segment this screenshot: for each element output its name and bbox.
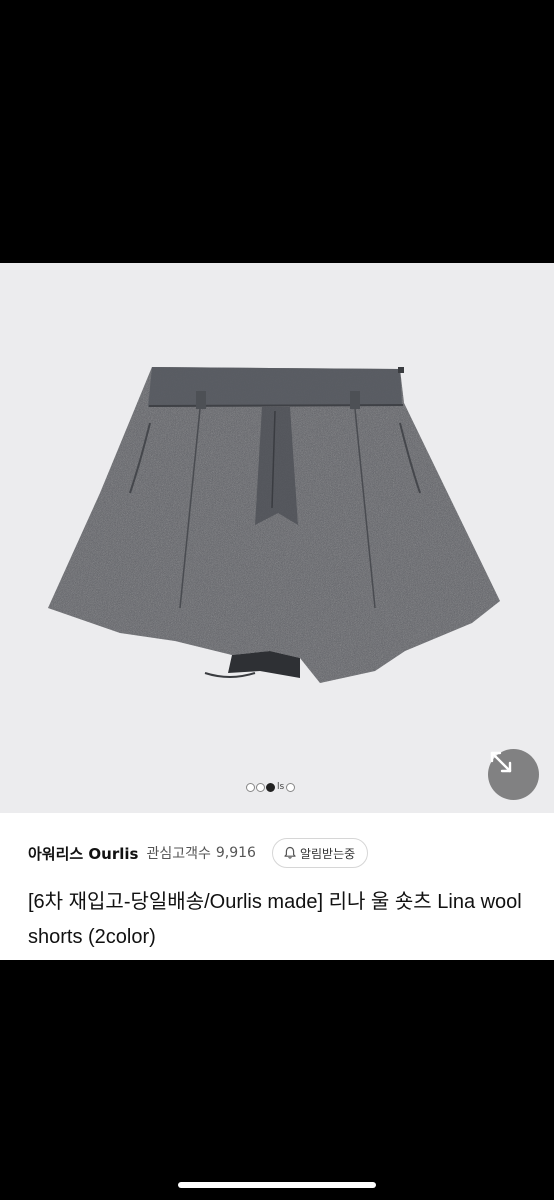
follower-count: 9,916 — [215, 845, 256, 861]
store-row: 아워리스 Ourlis 관심고객수 9,916 알림받는중 — [28, 837, 369, 869]
zoom-button[interactable] — [488, 749, 539, 800]
carousel-brand-mark: ls — [277, 782, 285, 792]
carousel-dot[interactable] — [246, 782, 255, 792]
product-info-panel: 아워리스 Ourlis 관심고객수 9,916 알림받는중 [6차 재입고-당일… — [0, 813, 554, 960]
bell-icon — [284, 846, 296, 859]
carousel-dot[interactable] — [256, 782, 265, 792]
carousel-indicator[interactable]: ls — [246, 780, 296, 794]
carousel-dot-active[interactable] — [266, 782, 275, 792]
product-image[interactable] — [0, 263, 554, 813]
follower-label: 관심고객수 — [146, 846, 211, 862]
notify-label: 알림받는중 — [299, 846, 356, 861]
store-name[interactable]: 아워리스 Ourlis — [28, 843, 138, 864]
home-indicator[interactable] — [178, 1182, 376, 1188]
carousel-dot[interactable] — [286, 782, 296, 792]
product-title: [6차 재입고-당일배송/Ourlis made] 리나 울 숏츠 Lina w… — [28, 891, 522, 948]
wool-shorts-image — [48, 367, 500, 683]
bottom-black-area — [0, 960, 554, 1200]
top-black-area — [0, 0, 554, 263]
expand-arrows-icon — [490, 751, 512, 773]
notify-button[interactable]: 알림받는중 — [271, 838, 369, 868]
